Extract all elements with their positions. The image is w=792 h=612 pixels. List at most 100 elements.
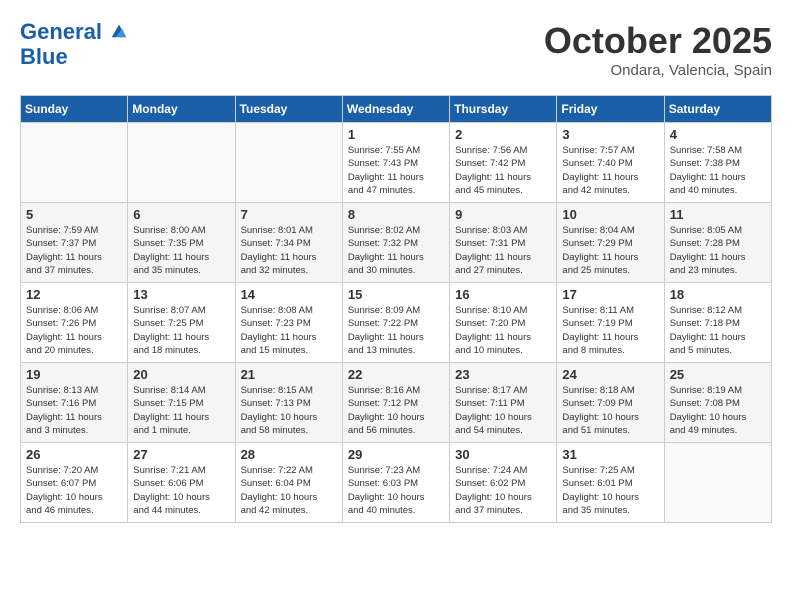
day-info: Sunrise: 8:07 AM Sunset: 7:25 PM Dayligh… [133,304,229,357]
weekday-header-friday: Friday [557,96,664,123]
calendar-cell: 31 Sunrise: 7:25 AM Sunset: 6:01 PM Dayli… [557,443,664,523]
logo-icon [110,21,128,39]
weekday-header-thursday: Thursday [450,96,557,123]
calendar-cell: 16 Sunrise: 8:10 AM Sunset: 7:20 PM Dayli… [450,283,557,363]
calendar-cell [664,443,771,523]
calendar-cell: 30Sunrise: 7:24 AM Sunset: 6:02 PM Dayli… [450,443,557,523]
day-number: 24 [562,367,658,382]
day-info: Sunrise: 7:58 AM Sunset: 7:38 PM Dayligh… [670,144,766,197]
day-number: 4 [670,127,766,142]
calendar-table: SundayMondayTuesdayWednesdayThursdayFrid… [20,95,772,523]
day-info: Sunrise: 7:57 AM Sunset: 7:40 PM Dayligh… [562,144,658,197]
logo-blue: Blue [20,44,68,70]
day-info: Sunrise: 8:06 AM Sunset: 7:26 PM Dayligh… [26,304,122,357]
day-number: 8 [348,207,444,222]
day-info: Sunrise: 8:13 AM Sunset: 7:16 PM Dayligh… [26,384,122,437]
calendar-cell: 5Sunrise: 7:59 AM Sunset: 7:37 PM Daylig… [21,203,128,283]
calendar-cell: 11 Sunrise: 8:05 AM Sunset: 7:28 PM Dayli… [664,203,771,283]
day-info: Sunrise: 8:01 AM Sunset: 7:34 PM Dayligh… [241,224,337,277]
weekday-header-sunday: Sunday [21,96,128,123]
day-number: 7 [241,207,337,222]
day-info: Sunrise: 8:09 AM Sunset: 7:22 PM Dayligh… [348,304,444,357]
day-info: Sunrise: 8:03 AM Sunset: 7:31 PM Dayligh… [455,224,551,277]
day-number: 17 [562,287,658,302]
day-number: 16 [455,287,551,302]
calendar-cell: 12Sunrise: 8:06 AM Sunset: 7:26 PM Dayli… [21,283,128,363]
day-info: Sunrise: 7:24 AM Sunset: 6:02 PM Dayligh… [455,464,551,517]
day-info: Sunrise: 8:12 AM Sunset: 7:18 PM Dayligh… [670,304,766,357]
calendar-cell: 29Sunrise: 7:23 AM Sunset: 6:03 PM Dayli… [342,443,449,523]
day-info: Sunrise: 7:20 AM Sunset: 6:07 PM Dayligh… [26,464,122,517]
calendar-cell: 19 Sunrise: 8:13 AM Sunset: 7:16 PM Dayli… [21,363,128,443]
day-number: 20 [133,367,229,382]
day-number: 11 [670,207,766,222]
day-info: Sunrise: 8:16 AM Sunset: 7:12 PM Dayligh… [348,384,444,437]
title-block: October 2025 Ondara, Valencia, Spain [544,20,772,79]
day-number: 2 [455,127,551,142]
day-info: Sunrise: 8:18 AM Sunset: 7:09 PM Dayligh… [562,384,658,437]
day-number: 19 [26,367,122,382]
calendar-cell: 7 Sunrise: 8:01 AM Sunset: 7:34 PM Daylig… [235,203,342,283]
calendar-cell: 13 Sunrise: 8:07 AM Sunset: 7:25 PM Dayli… [128,283,235,363]
day-number: 18 [670,287,766,302]
calendar-cell: 8 Sunrise: 8:02 AM Sunset: 7:32 PM Daylig… [342,203,449,283]
calendar-cell: 1Sunrise: 7:55 AM Sunset: 7:43 PM Daylig… [342,123,449,203]
day-info: Sunrise: 8:08 AM Sunset: 7:23 PM Dayligh… [241,304,337,357]
calendar-cell: 4 Sunrise: 7:58 AM Sunset: 7:38 PM Daylig… [664,123,771,203]
calendar-cell: 20 Sunrise: 8:14 AM Sunset: 7:15 PM Dayli… [128,363,235,443]
calendar-cell [21,123,128,203]
day-info: Sunrise: 8:17 AM Sunset: 7:11 PM Dayligh… [455,384,551,437]
location: Ondara, Valencia, Spain [544,62,772,79]
day-number: 27 [133,447,229,462]
day-info: Sunrise: 7:25 AM Sunset: 6:01 PM Dayligh… [562,464,658,517]
day-number: 15 [348,287,444,302]
calendar-cell: 21Sunrise: 8:15 AM Sunset: 7:13 PM Dayli… [235,363,342,443]
calendar-cell: 3Sunrise: 7:57 AM Sunset: 7:40 PM Daylig… [557,123,664,203]
logo: General Blue [20,20,128,70]
calendar-cell: 6 Sunrise: 8:00 AM Sunset: 7:35 PM Daylig… [128,203,235,283]
day-number: 10 [562,207,658,222]
day-number: 5 [26,207,122,222]
weekday-header-tuesday: Tuesday [235,96,342,123]
day-info: Sunrise: 8:04 AM Sunset: 7:29 PM Dayligh… [562,224,658,277]
day-info: Sunrise: 8:02 AM Sunset: 7:32 PM Dayligh… [348,224,444,277]
day-info: Sunrise: 8:19 AM Sunset: 7:08 PM Dayligh… [670,384,766,437]
day-number: 14 [241,287,337,302]
day-info: Sunrise: 8:10 AM Sunset: 7:20 PM Dayligh… [455,304,551,357]
day-number: 23 [455,367,551,382]
day-number: 22 [348,367,444,382]
calendar-cell: 14 Sunrise: 8:08 AM Sunset: 7:23 PM Dayli… [235,283,342,363]
month-title: October 2025 [544,20,772,62]
calendar-cell: 9Sunrise: 8:03 AM Sunset: 7:31 PM Daylig… [450,203,557,283]
calendar-cell [235,123,342,203]
calendar-cell: 26 Sunrise: 7:20 AM Sunset: 6:07 PM Dayli… [21,443,128,523]
weekday-header-wednesday: Wednesday [342,96,449,123]
day-number: 28 [241,447,337,462]
weekday-header-monday: Monday [128,96,235,123]
calendar-cell: 23 Sunrise: 8:17 AM Sunset: 7:11 PM Dayli… [450,363,557,443]
day-number: 29 [348,447,444,462]
day-info: Sunrise: 8:05 AM Sunset: 7:28 PM Dayligh… [670,224,766,277]
day-info: Sunrise: 8:14 AM Sunset: 7:15 PM Dayligh… [133,384,229,437]
day-info: Sunrise: 8:00 AM Sunset: 7:35 PM Dayligh… [133,224,229,277]
day-number: 26 [26,447,122,462]
calendar-cell: 24 Sunrise: 8:18 AM Sunset: 7:09 PM Dayli… [557,363,664,443]
calendar-cell: 28 Sunrise: 7:22 AM Sunset: 6:04 PM Dayli… [235,443,342,523]
calendar-cell [128,123,235,203]
day-info: Sunrise: 8:11 AM Sunset: 7:19 PM Dayligh… [562,304,658,357]
day-number: 13 [133,287,229,302]
day-number: 21 [241,367,337,382]
weekday-header-saturday: Saturday [664,96,771,123]
day-info: Sunrise: 7:55 AM Sunset: 7:43 PM Dayligh… [348,144,444,197]
day-number: 31 [562,447,658,462]
calendar-cell: 17 Sunrise: 8:11 AM Sunset: 7:19 PM Dayli… [557,283,664,363]
calendar-cell: 18 Sunrise: 8:12 AM Sunset: 7:18 PM Dayli… [664,283,771,363]
logo-text: General [20,20,128,44]
calendar-cell: 10 Sunrise: 8:04 AM Sunset: 7:29 PM Dayli… [557,203,664,283]
day-number: 25 [670,367,766,382]
day-info: Sunrise: 7:22 AM Sunset: 6:04 PM Dayligh… [241,464,337,517]
day-number: 6 [133,207,229,222]
calendar-cell: 25 Sunrise: 8:19 AM Sunset: 7:08 PM Dayli… [664,363,771,443]
calendar-cell: 22 Sunrise: 8:16 AM Sunset: 7:12 PM Dayli… [342,363,449,443]
calendar-cell: 27Sunrise: 7:21 AM Sunset: 6:06 PM Dayli… [128,443,235,523]
